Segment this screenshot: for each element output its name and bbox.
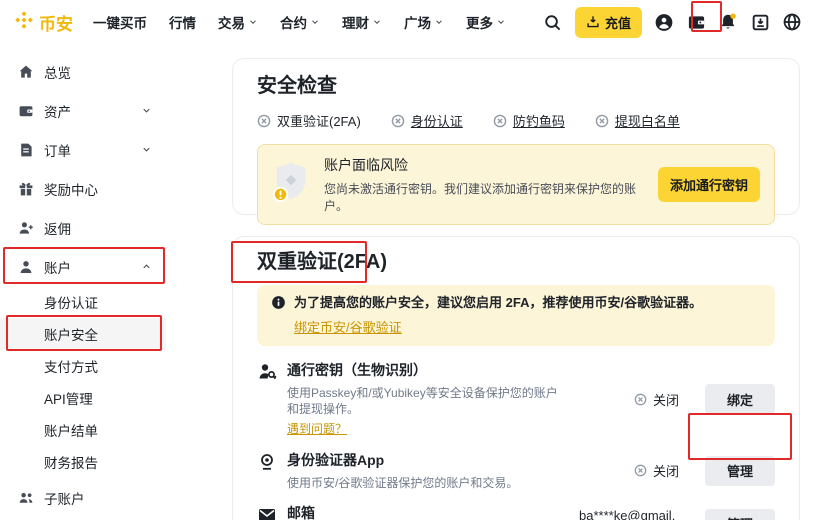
passkey-row: 通行密钥（生物识别） 使用Passkey和/或Yubikey等安全设备保护您的账…: [257, 360, 775, 438]
nav-square[interactable]: 广场: [404, 12, 444, 32]
passkey-help-link[interactable]: 遇到问题？: [287, 420, 347, 437]
email-envelope-icon: [257, 503, 287, 520]
info-icon: [271, 294, 286, 315]
sidebar: 总览 资产 订单 奖励中心 返佣 账户 身份认证 账户安全 支付方式 API管理: [0, 44, 166, 517]
language-globe-icon[interactable]: [782, 12, 802, 32]
authenticator-row: 身份验证器App 使用币安/谷歌验证器保护您的账户和交易。 关闭 管理: [257, 450, 775, 491]
check-2fa[interactable]: 双重验证(2FA): [257, 111, 361, 130]
account-risk-banner: 账户面临风险 您尚未激活通行密钥。我们建议添加通行密钥来保护您的账户。 添加通行…: [257, 144, 775, 225]
passkey-status: 关闭: [634, 390, 679, 409]
circle-x-icon: [493, 114, 507, 128]
download-tray-icon: [586, 15, 600, 29]
notifications-bell-icon[interactable]: [718, 12, 738, 32]
search-icon[interactable]: [543, 12, 563, 32]
email-manage-button[interactable]: 管理: [705, 509, 775, 520]
sidebar-item-orders[interactable]: 订单: [0, 130, 166, 169]
security-check-title: 安全检查: [257, 73, 775, 99]
twofa-title: 双重验证(2FA): [257, 249, 775, 275]
sidebar-item-payment-methods[interactable]: 支付方式: [0, 350, 166, 382]
top-navbar: 币安 一键买币 行情 交易 合约 理财 广场 更多 充值: [0, 0, 816, 44]
twofa-card: 双重验证(2FA) 为了提高您的账户安全，建议您启用 2FA，推荐使用币安/谷歌…: [232, 236, 800, 520]
twofa-tip-banner: 为了提高您的账户安全，建议您启用 2FA，推荐使用币安/谷歌验证器。 绑定币安/…: [257, 285, 775, 346]
chevron-down-icon: [372, 17, 382, 27]
brand-name: 币安: [39, 10, 73, 35]
chevron-down-icon: [141, 105, 152, 116]
security-check-card: 安全检查 双重验证(2FA) 身份认证 防钓鱼码 提现白名单: [232, 58, 800, 215]
chevron-up-icon: [141, 261, 152, 272]
risk-banner-desc: 您尚未激活通行密钥。我们建议添加通行密钥来保护您的账户。: [324, 180, 644, 214]
chevron-down-icon: [496, 17, 506, 27]
circle-x-icon: [257, 114, 271, 128]
twofa-tip-text: 为了提高您的账户安全，建议您启用 2FA，推荐使用币安/谷歌验证器。: [294, 295, 702, 310]
circle-x-icon: [595, 114, 609, 128]
authenticator-icon: [257, 450, 287, 477]
wallet-icon[interactable]: [686, 12, 706, 32]
risk-banner-title: 账户面临风险: [324, 155, 644, 175]
sidebar-item-api-management[interactable]: API管理: [0, 382, 166, 414]
account-security-page: 币安 一键买币 行情 交易 合约 理财 广场 更多 充值: [0, 0, 816, 520]
authenticator-title: 身份验证器App: [287, 450, 563, 470]
add-passkey-button[interactable]: 添加通行密钥: [658, 167, 760, 202]
sidebar-item-assets[interactable]: 资产: [0, 91, 166, 130]
sidebar-item-financial-reports[interactable]: 财务报告: [0, 446, 166, 478]
chevron-down-icon: [434, 17, 444, 27]
nav-trade[interactable]: 交易: [218, 12, 258, 32]
passkey-desc: 使用Passkey和/或Yubikey等安全设备保护您的账户和提现操作。: [287, 385, 563, 417]
circle-x-icon: [391, 114, 405, 128]
sidebar-item-overview[interactable]: 总览: [0, 52, 166, 91]
assets-wallet-icon: [18, 103, 34, 119]
sidebar-item-account-statement[interactable]: 账户结单: [0, 414, 166, 446]
header-actions: 充值: [543, 7, 802, 38]
sidebar-item-account[interactable]: 账户: [0, 247, 166, 286]
chevron-down-icon: [141, 144, 152, 155]
check-antiphishing-code[interactable]: 防钓鱼码: [493, 111, 565, 130]
security-check-list: 双重验证(2FA) 身份认证 防钓鱼码 提现白名单: [257, 111, 775, 130]
email-row: 邮箱 使用邮箱保护您的账户与交易。 ba****ke@gmail.com 管理: [257, 503, 775, 520]
sidebar-item-subaccounts[interactable]: 子账户: [0, 478, 166, 517]
sidebar-item-referral[interactable]: 返佣: [0, 208, 166, 247]
shield-warning-icon: [272, 161, 310, 208]
home-icon: [18, 64, 34, 80]
nav-more[interactable]: 更多: [466, 12, 506, 32]
rewards-gift-icon: [18, 181, 34, 197]
passkey-title: 通行密钥（生物识别）: [287, 360, 563, 380]
check-identity-verification[interactable]: 身份认证: [391, 111, 463, 130]
circle-x-icon: [634, 464, 647, 477]
nav-buy-crypto[interactable]: 一键买币: [93, 12, 147, 32]
check-withdrawal-whitelist[interactable]: 提现白名单: [595, 111, 680, 130]
sidebar-item-account-security[interactable]: 账户安全: [0, 318, 166, 350]
chevron-down-icon: [248, 17, 258, 27]
passkey-bind-button[interactable]: 绑定: [705, 384, 775, 414]
profile-icon[interactable]: [654, 12, 674, 32]
download-app-icon[interactable]: [750, 12, 770, 32]
referral-person-plus-icon: [18, 220, 34, 236]
authenticator-manage-button[interactable]: 管理: [705, 456, 775, 486]
authenticator-status: 关闭: [634, 461, 679, 480]
authenticator-desc: 使用币安/谷歌验证器保护您的账户和交易。: [287, 475, 563, 491]
nav-earn[interactable]: 理财: [342, 12, 382, 32]
nav-markets[interactable]: 行情: [169, 12, 196, 32]
account-person-icon: [18, 259, 34, 275]
deposit-button[interactable]: 充值: [575, 7, 642, 38]
email-masked-value: ba****ke@gmail.com: [579, 507, 679, 520]
chevron-down-icon: [310, 17, 320, 27]
nav-futures[interactable]: 合约: [280, 12, 320, 32]
sidebar-item-identity-verification[interactable]: 身份认证: [0, 286, 166, 318]
email-title: 邮箱: [287, 503, 563, 520]
circle-x-icon: [634, 393, 647, 406]
main-nav: 一键买币 行情 交易 合约 理财 广场 更多: [93, 12, 506, 32]
bind-authenticator-link[interactable]: 绑定币安/谷歌验证: [294, 317, 402, 336]
subaccounts-icon: [18, 490, 34, 506]
binance-diamond-icon: [14, 10, 34, 35]
sidebar-item-rewards[interactable]: 奖励中心: [0, 169, 166, 208]
binance-logo[interactable]: 币安: [14, 10, 73, 35]
orders-icon: [18, 142, 34, 158]
passkey-icon: [257, 360, 287, 387]
